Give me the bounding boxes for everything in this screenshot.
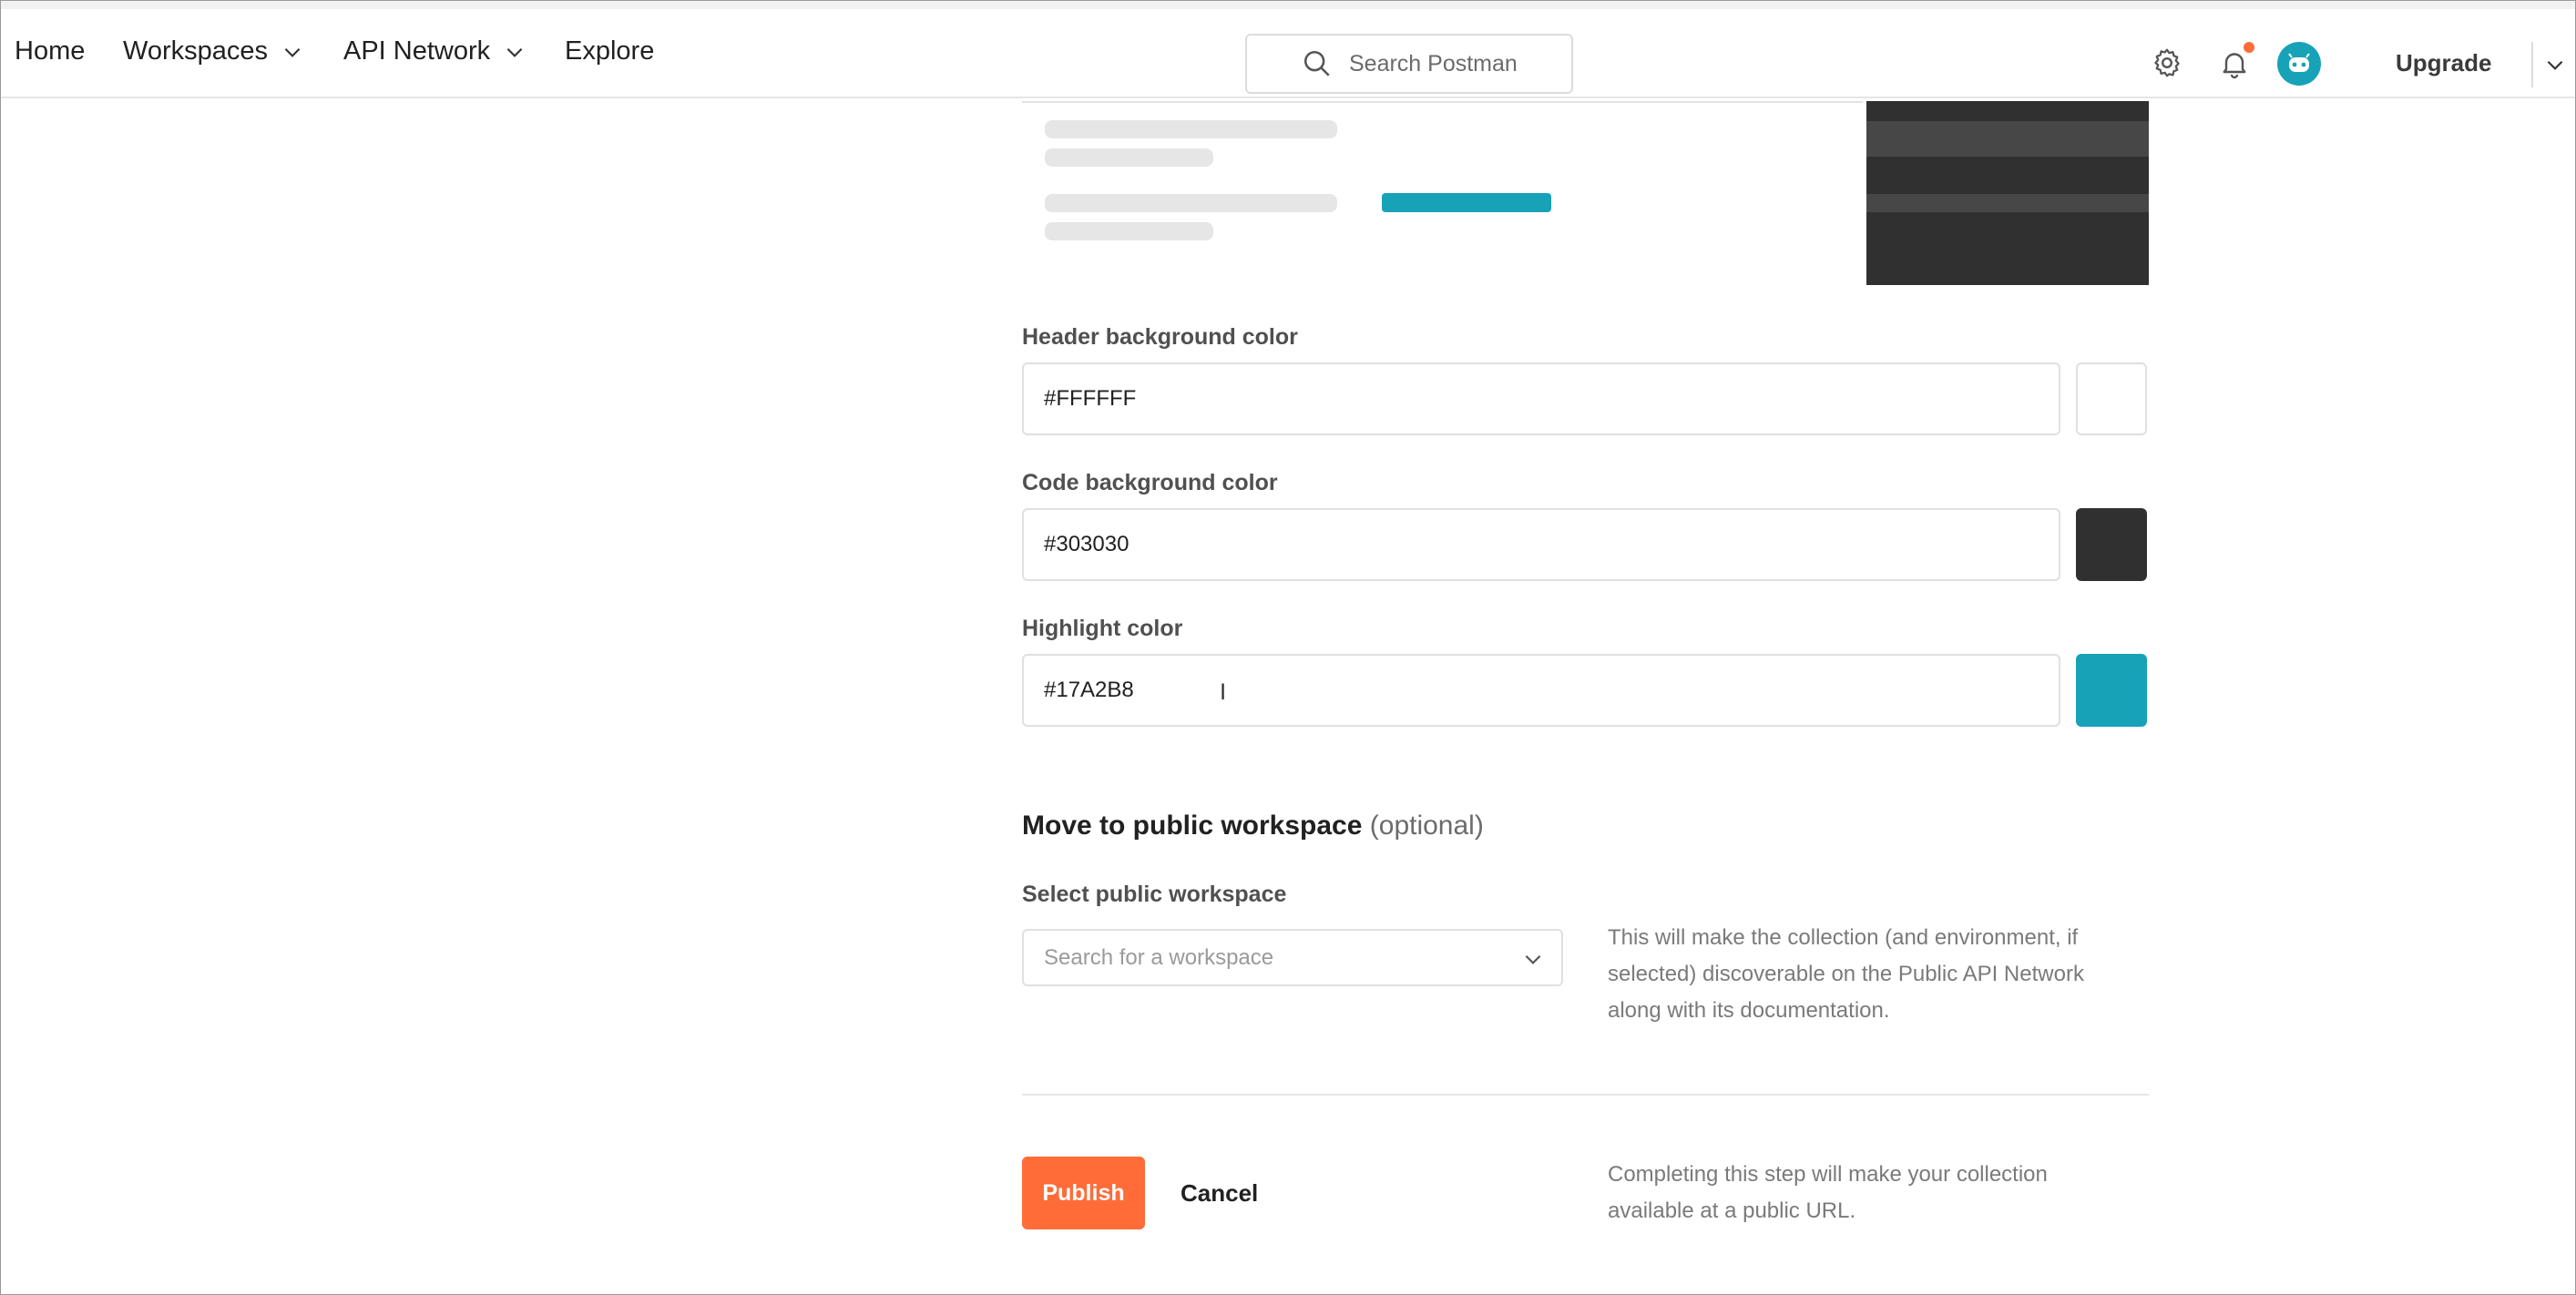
robot-icon xyxy=(2288,53,2310,72)
preview-skeleton-line xyxy=(1045,148,1213,167)
code-bg-label: Code background color xyxy=(1022,470,1278,495)
nav-home[interactable]: Home xyxy=(15,36,85,66)
gear-icon[interactable] xyxy=(2151,46,2183,79)
nav-explore-label: Explore xyxy=(565,36,655,66)
preview-code-panel xyxy=(1866,101,2149,285)
search-icon xyxy=(1303,50,1330,76)
highlight-input[interactable]: #17A2B8 xyxy=(1022,654,2060,727)
preview-skeleton-line xyxy=(1045,120,1337,138)
preview-code-band xyxy=(1866,194,2149,212)
nav-api-network[interactable]: API Network xyxy=(343,36,526,66)
preview-skeleton-line xyxy=(1045,194,1337,212)
chevron-down-icon[interactable] xyxy=(2543,53,2567,76)
publish-button[interactable]: Publish xyxy=(1022,1157,1145,1229)
chevron-down-icon xyxy=(284,47,301,57)
nav-workspaces[interactable]: Workspaces xyxy=(123,36,304,66)
divider xyxy=(1022,1094,2149,1096)
header-bg-label: Header background color xyxy=(1022,324,1298,350)
public-workspace-title-text: Move to public workspace xyxy=(1022,811,1363,841)
search-input[interactable]: Search Postman xyxy=(1245,34,1573,94)
header-bg-input[interactable]: #FFFFFF xyxy=(1022,362,2060,435)
cancel-button[interactable]: Cancel xyxy=(1181,1179,1258,1208)
select-workspace-label: Select public workspace xyxy=(1022,882,1287,907)
optional-label: (optional) xyxy=(1369,811,1484,841)
code-bg-swatch[interactable] xyxy=(2076,508,2147,581)
code-bg-input[interactable]: #303030 xyxy=(1022,508,2060,581)
workspace-select[interactable]: Search for a workspace xyxy=(1022,929,1563,986)
preview-skeleton-line xyxy=(1045,222,1213,240)
workspace-help-text: This will make the collection (and envir… xyxy=(1608,925,2084,1023)
public-workspace-title: Move to public workspace (optional) xyxy=(1022,811,1484,841)
search-placeholder: Search Postman xyxy=(1349,50,1518,76)
nav-api-network-label: API Network xyxy=(343,36,491,66)
top-navbar: Home Workspaces API Network Explore Sear… xyxy=(0,0,2576,98)
divider xyxy=(2531,42,2533,87)
chevron-down-icon xyxy=(1525,954,1541,964)
publish-help-text: Completing this step will make your coll… xyxy=(1608,1162,2048,1223)
nav-explore[interactable]: Explore xyxy=(565,36,654,66)
preview-highlight-bar xyxy=(1382,193,1551,212)
notification-dot xyxy=(2244,42,2254,53)
upgrade-button[interactable]: Upgrade xyxy=(2396,49,2491,77)
nav-workspaces-label: Workspaces xyxy=(123,36,269,66)
highlight-label: Highlight color xyxy=(1022,616,1183,641)
text-cursor-icon: I xyxy=(1220,679,1227,705)
workspace-select-placeholder: Search for a workspace xyxy=(1044,944,1274,970)
nav-home-label: Home xyxy=(15,36,86,66)
chevron-down-icon xyxy=(506,47,523,57)
preview-code-band xyxy=(1866,121,2149,157)
avatar[interactable] xyxy=(2277,42,2321,86)
highlight-swatch[interactable] xyxy=(2076,654,2147,727)
preview-border xyxy=(1022,101,1863,103)
header-bg-swatch[interactable] xyxy=(2076,362,2147,435)
